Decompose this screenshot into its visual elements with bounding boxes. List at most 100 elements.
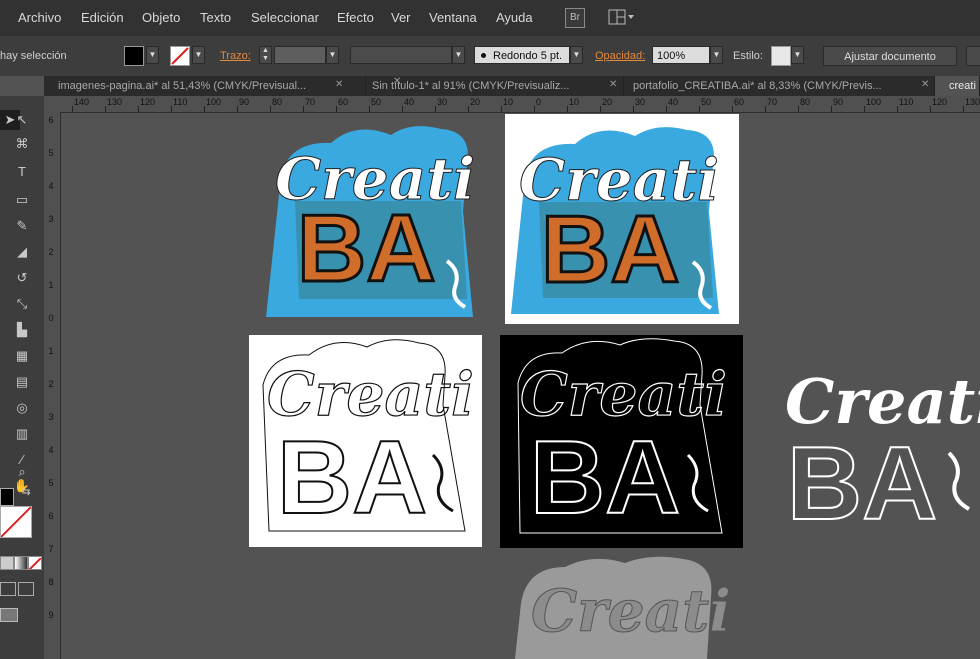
eraser-icon[interactable]: ◢: [12, 242, 32, 262]
ruler-tick-label: 20: [602, 97, 613, 107]
tab-label: creati: [949, 80, 976, 92]
zoom-icon[interactable]: ⌕: [12, 462, 32, 482]
screen-mode-icon[interactable]: [0, 608, 18, 622]
ruler-tick-label: 60: [338, 97, 349, 107]
ruler-tick-label: 100: [206, 97, 222, 107]
menu-ver[interactable]: Ver: [391, 10, 411, 25]
rotate-icon[interactable]: ↺: [12, 268, 32, 288]
stroke-color-box[interactable]: [0, 506, 32, 538]
variable-width-field[interactable]: [350, 46, 452, 64]
style-dropdown-icon[interactable]: ▼: [791, 46, 804, 64]
stroke-weight-dropdown-icon[interactable]: ▼: [326, 46, 339, 64]
menu-objeto[interactable]: Objeto: [142, 10, 180, 25]
lasso-icon[interactable]: ⌘: [12, 134, 32, 154]
ruler-tick: [930, 106, 931, 112]
ruler-tick: [699, 106, 700, 112]
ruler-tick-label: 100: [866, 97, 882, 107]
ruler-tick-label: 4: [48, 445, 54, 455]
fill-swatch[interactable]: [124, 46, 144, 66]
fill-color-box[interactable]: [0, 488, 14, 506]
opacity-field[interactable]: 100%: [652, 46, 710, 64]
logo-ba-text: BA: [277, 420, 427, 536]
opacity-dropdown-icon[interactable]: ▼: [710, 46, 723, 64]
fit-document-button[interactable]: Ajustar documento: [823, 46, 957, 66]
ruler-tick: [468, 106, 469, 112]
ruler-tick: [402, 106, 403, 112]
selection-status: hay selección: [0, 50, 67, 62]
tab-sin-titulo[interactable]: Sin título-1* al 91% (CMYK/Previsualiz..…: [358, 76, 624, 96]
canvas[interactable]: BA Creati BA Creati BA Creati BA Creati: [61, 113, 980, 659]
swap-colors-icon[interactable]: ⇆: [16, 482, 36, 502]
ruler-tick-label: 140: [74, 97, 90, 107]
menu-ventana[interactable]: Ventana: [429, 10, 477, 25]
ruler-tick-label: 4: [48, 181, 54, 191]
gradient-icon[interactable]: ▤: [12, 372, 32, 392]
ruler-tick: [204, 106, 205, 112]
logo-creati-text: Creati: [519, 146, 719, 214]
brush-field[interactable]: Redondo 5 pt.: [474, 46, 570, 64]
direct-selection-icon[interactable]: ↖: [12, 110, 32, 130]
pencil-icon[interactable]: ✎: [12, 216, 32, 236]
rectangle-tool-icon[interactable]: ▭: [12, 190, 32, 210]
logo-ba-text: BA: [530, 420, 680, 536]
menu-ayuda[interactable]: Ayuda: [496, 10, 533, 25]
tab-creati[interactable]: creati: [935, 76, 980, 96]
menu-edicion[interactable]: Edición: [81, 10, 124, 25]
ruler-tick-label: 30: [635, 97, 646, 107]
free-transform-icon[interactable]: ⤡: [12, 294, 32, 314]
style-swatch[interactable]: [771, 46, 791, 66]
brush-dropdown-icon[interactable]: ▼: [570, 46, 583, 64]
tab-imagenes-pagina[interactable]: imagenes-pagina.ai* al 51,43% (CMYK/Prev…: [44, 76, 366, 96]
artboard-grey-sticker[interactable]: Creati: [501, 553, 731, 659]
lizard-icon: [431, 453, 454, 513]
menu-archivo[interactable]: Archivo: [18, 10, 61, 25]
stroke-weight-field[interactable]: [274, 46, 326, 64]
bridge-icon[interactable]: Br: [565, 8, 585, 28]
menu-texto[interactable]: Texto: [200, 10, 231, 25]
ruler-tick-label: 0: [536, 97, 542, 107]
stroke-weight-stepper[interactable]: ▲ ▼: [259, 46, 272, 64]
artboard-black-outline[interactable]: BA Creati: [500, 335, 743, 548]
ruler-tick-label: 1: [48, 280, 54, 290]
stroke-swatch[interactable]: [170, 46, 190, 66]
fill-dropdown-icon[interactable]: ▼: [146, 46, 159, 64]
ruler-tick-label: 90: [239, 97, 250, 107]
opacity-label[interactable]: Opacidad:: [595, 50, 645, 62]
ruler-tick-label: 70: [305, 97, 316, 107]
type-tool-icon[interactable]: T: [12, 162, 32, 182]
preferences-button[interactable]: [966, 46, 980, 66]
menu-efecto[interactable]: Efecto: [337, 10, 374, 25]
ruler-tick-label: 20: [470, 97, 481, 107]
ruler-tick: [369, 106, 370, 112]
tab-portafolio[interactable]: portafolio_CREATIBA.ai* al 8,33% (CMYK/P…: [619, 76, 935, 96]
ruler-tick-label: 5: [48, 478, 54, 488]
close-icon[interactable]: ✕: [921, 79, 929, 90]
artboard-blue-sticker[interactable]: BA Creati: [261, 121, 487, 325]
ruler-tick-label: 40: [404, 97, 415, 107]
ruler-tick-label: 30: [437, 97, 448, 107]
artboard-white-on-grey[interactable]: BA Creati: [781, 343, 980, 533]
menu-seleccionar[interactable]: Seleccionar: [251, 10, 319, 25]
mesh-icon[interactable]: ▦: [12, 346, 32, 366]
close-icon[interactable]: ✕: [335, 79, 343, 90]
tab-label: imagenes-pagina.ai* al 51,43% (CMYK/Prev…: [58, 80, 307, 92]
drawing-mode-icon[interactable]: [0, 582, 16, 596]
blend-icon[interactable]: ◎: [12, 398, 32, 418]
none-mode-icon[interactable]: [28, 556, 42, 570]
stroke-label[interactable]: Trazo:: [220, 50, 251, 62]
stroke-dropdown-icon[interactable]: ▼: [192, 46, 205, 64]
gradient-mode-icon[interactable]: [14, 556, 28, 570]
column-graph-icon[interactable]: ▥: [12, 424, 32, 444]
ruler-tick-label: 130: [965, 97, 980, 107]
artboard-white-outline[interactable]: BA Creati: [249, 335, 482, 547]
artboard-white-blue[interactable]: BA Creati: [505, 114, 739, 324]
drawing-mode-inside-icon[interactable]: [18, 582, 34, 596]
variable-width-dropdown-icon[interactable]: ▼: [452, 46, 465, 64]
ruler-tick-label: 3: [48, 214, 54, 224]
layout-grid-icon[interactable]: [608, 9, 636, 25]
ruler-tick-label: 110: [899, 97, 914, 107]
graph-icon[interactable]: ▙: [12, 320, 32, 340]
close-icon[interactable]: ✕: [609, 79, 617, 90]
ruler-tick-label: 7: [48, 544, 54, 554]
color-mode-icon[interactable]: [0, 556, 14, 570]
